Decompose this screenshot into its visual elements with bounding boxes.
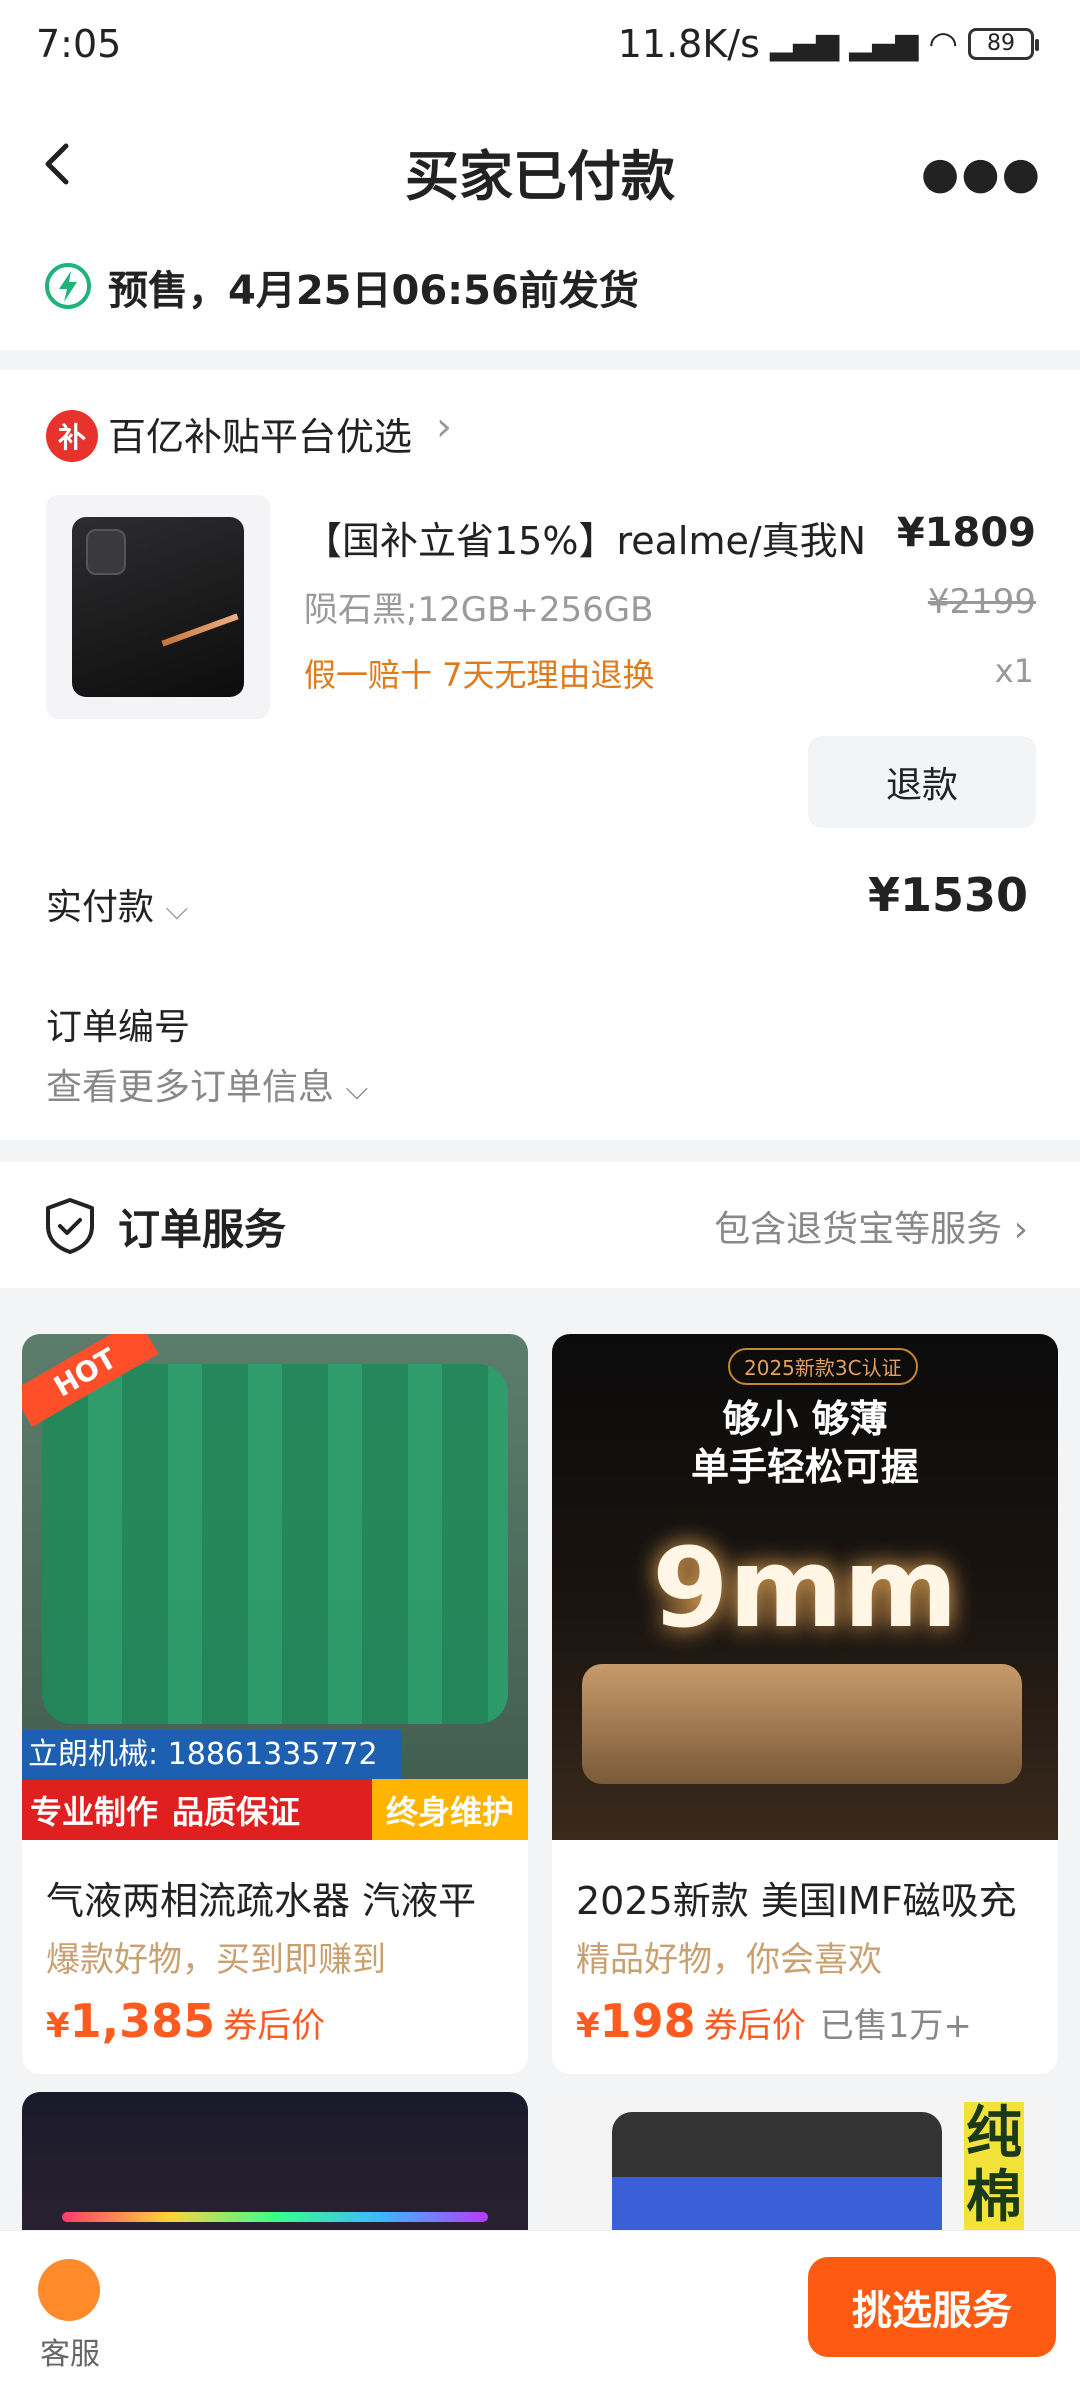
product-tags: 假一赔十 7天无理由退换 (304, 656, 655, 694)
status-right: 11.8K/s ▂▄▆ ▂▄▆ ◠ 89 (617, 22, 1039, 66)
network-speed: 11.8K/s (617, 22, 760, 66)
side-text: 纯棉 (964, 2101, 1024, 2230)
pick-service-button[interactable]: 挑选服务 (808, 2257, 1056, 2357)
rgb-light-strip (62, 2212, 488, 2222)
camera-icon (86, 529, 126, 575)
price-number: 198 (599, 1994, 696, 2048)
lightning-icon (45, 263, 91, 309)
strip-mid: 品质保证 (172, 1793, 301, 1831)
currency-symbol: ¥ (576, 2006, 600, 2046)
customer-service-label[interactable]: 客服 (40, 2329, 100, 2373)
coupon-label: 券后价 (223, 2006, 326, 2046)
chevron-right-icon[interactable]: › (436, 404, 452, 450)
phone-image (72, 517, 244, 697)
bottom-bar: 客服 挑选服务 (0, 2230, 1080, 2400)
image-headline: 够小 够薄 (722, 1397, 888, 1441)
price-number: 1,385 (69, 1994, 216, 2048)
recommend-subtitle: 爆款好物，买到即赚到 (46, 1940, 386, 1980)
recommend-title: 2025新款 美国IMF磁吸充 (576, 1879, 1017, 1923)
order-service-row[interactable]: 订单服务 包含退货宝等服务 › (0, 1162, 1080, 1288)
presale-text: 预售，4月25日06:56前发货 (108, 268, 639, 314)
paid-label-text: 实付款 (46, 887, 155, 928)
valves-image (42, 1364, 508, 1724)
subsidy-icon: 补 (46, 410, 98, 462)
paid-value: ¥1530 (867, 868, 1028, 922)
original-price: ¥2199 (927, 582, 1036, 622)
paid-label[interactable]: 实付款 ⌵ (46, 878, 188, 930)
shop-name[interactable]: 百亿补贴平台优选 (108, 406, 412, 461)
product-title[interactable]: 【国补立省15%】realme/真我N (304, 510, 866, 565)
recommend-price: ¥1,385 券后价 (46, 1994, 325, 2048)
image-banner: 立朗机械: 18861335772 (22, 1730, 402, 1780)
image-badge: 2025新款3C认证 (728, 1348, 918, 1385)
product-price: ¥1809 (896, 510, 1036, 556)
page-title: 买家已付款 (405, 145, 675, 208)
header: 买家已付款 ●●● (0, 88, 1080, 238)
more-order-info-text: 查看更多订单信息 (46, 1067, 335, 1108)
recommend-image: 2025新款3C认证 够小 够薄 单手轻松可握 9mm (552, 1334, 1058, 1840)
strip-right: 终身维护 (371, 1779, 528, 1840)
chevron-right-icon: › (1013, 1209, 1028, 1250)
signal2-icon: ▂▄▆ (849, 26, 919, 62)
wifi-icon: ◠ (928, 24, 958, 64)
sold-count: 已售1万+ (819, 2006, 972, 2046)
product-spec: 陨石黑;12GB+256GB (304, 590, 654, 630)
status-time: 7:05 (36, 22, 122, 66)
presale-banner: 预售，4月25日06:56前发货 (0, 238, 1080, 350)
service-summary: 包含退货宝等服务 › (714, 1200, 1028, 1252)
service-title: 订单服务 (118, 1205, 287, 1254)
phone-screen-stripe (161, 613, 239, 647)
image-big-text: 9mm (652, 1524, 958, 1652)
recommend-image: HOT 立朗机械: 18861335772 专业制作 品质保证 终身维护 (22, 1334, 528, 1840)
order-card: 补 百亿补贴平台优选 › 【国补立省15%】realme/真我N ¥1809 陨… (0, 370, 1080, 1140)
chevron-down-icon: ⌵ (165, 892, 189, 927)
chevron-down-icon: ⌵ (345, 1072, 369, 1107)
strip-left: 专业制作 (30, 1793, 159, 1831)
status-bar: 7:05 11.8K/s ▂▄▆ ▂▄▆ ◠ 89 (0, 0, 1080, 88)
recommend-subtitle: 精品好物，你会喜欢 (576, 1940, 882, 1980)
signal-icon: ▂▄▆ (769, 26, 840, 62)
recommend-card[interactable]: HOT 立朗机械: 18861335772 专业制作 品质保证 终身维护 气液两… (22, 1334, 528, 2074)
refund-button[interactable]: 退款 (808, 736, 1036, 828)
image-headline-2: 单手轻松可握 (690, 1445, 919, 1489)
product-image[interactable] (46, 495, 270, 719)
recommend-title: 气液两相流疏水器 汽液平 (46, 1879, 477, 1923)
more-icon[interactable]: ●●● (921, 148, 1042, 199)
coupon-label: 券后价 (703, 2006, 806, 2046)
currency-symbol: ¥ (46, 2006, 70, 2046)
image-strip: 专业制作 品质保证 终身维护 (22, 1779, 528, 1840)
order-number-label: 订单编号 (46, 1007, 191, 1048)
customer-service-icon[interactable] (38, 2259, 100, 2321)
phone-image (582, 1664, 1022, 1784)
recommend-price: ¥198 券后价 已售1万+ (576, 1994, 972, 2048)
battery-icon: 89 (968, 28, 1039, 60)
service-summary-text: 包含退货宝等服务 (714, 1209, 1003, 1250)
shield-check-icon (46, 1198, 94, 1254)
recommend-card[interactable]: 2025新款3C认证 够小 够薄 单手轻松可握 9mm 2025新款 美国IMF… (552, 1334, 1058, 2074)
product-quantity: x1 (994, 652, 1034, 690)
more-order-info[interactable]: 查看更多订单信息 ⌵ (46, 1058, 368, 1110)
